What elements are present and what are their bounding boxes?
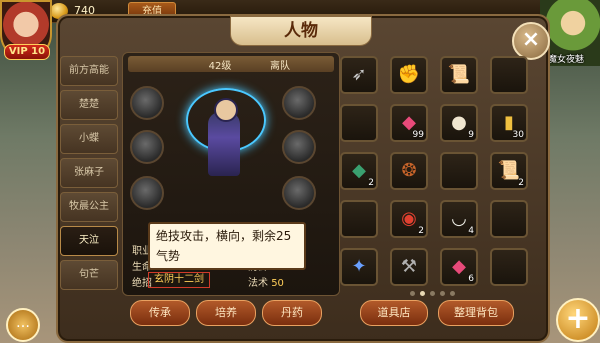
inventory-slot-empty[interactable] [490, 56, 528, 94]
tab-hero-6-active[interactable]: 天泣 [60, 226, 118, 256]
inventory-slot[interactable]: ◡ 4 [440, 200, 478, 238]
item-count: 99 [412, 130, 424, 140]
page-dot [430, 291, 435, 296]
bow-icon: ➶ [351, 64, 367, 85]
item-count: 9 [468, 130, 474, 140]
inventory-slot[interactable]: 📜 [440, 56, 478, 94]
tab-hero-7[interactable]: 句芒 [60, 260, 118, 290]
tab-hero-4[interactable]: 张麻子 [60, 158, 118, 188]
scroll-icon: 📜 [447, 64, 471, 85]
item-count: 4 [468, 226, 474, 236]
skill-name[interactable]: 玄阴十二剑 [148, 272, 210, 288]
bead-string-icon: ❂ [401, 160, 417, 181]
inventory-slot[interactable]: ▮ 30 [490, 104, 528, 142]
equip-slot-amulet[interactable] [282, 86, 316, 120]
plus-icon[interactable]: + [556, 298, 600, 342]
inventory-slot[interactable]: ➶ [340, 56, 378, 94]
page-dot-active [420, 291, 425, 296]
inventory-slot-empty[interactable] [340, 104, 378, 142]
tab-hero-5[interactable]: 牧晨公主 [60, 192, 118, 222]
inventory-slot[interactable]: ◆ 99 [390, 104, 428, 142]
inventory-slot[interactable]: ✦ [340, 248, 378, 286]
stat-magic-label: 法术 50 [248, 278, 284, 289]
inventory-slot[interactable]: ◆ 2 [340, 152, 378, 190]
inventory-slot[interactable]: ❂ [390, 152, 428, 190]
train-button[interactable]: 培养 [196, 300, 256, 326]
inventory-slot-empty[interactable] [440, 152, 478, 190]
tab-hero-1[interactable]: 前方高能 [60, 56, 118, 86]
inventory-slot[interactable]: 📜 2 [490, 152, 528, 190]
gauntlet-icon: ✊ [397, 64, 421, 85]
item-count: 30 [512, 130, 524, 140]
item-count: 2 [518, 178, 524, 188]
panel-title: 人物 [230, 16, 372, 46]
close-button[interactable]: × [512, 22, 550, 60]
character-level: 42级 [208, 61, 232, 72]
inventory-slot-empty[interactable] [340, 200, 378, 238]
vip-badge[interactable]: VIP 10 [4, 44, 50, 60]
blue-crystal-icon: ✦ [351, 256, 367, 277]
inventory-slot-empty[interactable] [490, 200, 528, 238]
page-dot [440, 291, 445, 296]
inventory-slot[interactable]: ⚒ [390, 248, 428, 286]
inventory-slot[interactable]: ◆ 6 [440, 248, 478, 286]
inventory-slot[interactable]: ✊ [390, 56, 428, 94]
item-count: 2 [418, 226, 424, 236]
equip-slot-offhand[interactable] [130, 176, 164, 210]
inventory-slot[interactable]: ● 9 [440, 104, 478, 142]
inherit-button[interactable]: 传承 [130, 300, 190, 326]
equip-slot-weapon[interactable] [130, 130, 164, 164]
sort-bag-button[interactable]: 整理背包 [438, 300, 514, 326]
tab-hero-2[interactable]: 楚楚 [60, 90, 118, 120]
inventory-slot[interactable]: ◉ 2 [390, 200, 428, 238]
chat-icon[interactable]: … [6, 308, 40, 342]
item-count: 6 [468, 274, 474, 284]
page-dot [410, 291, 415, 296]
leave-team-button[interactable]: 离队 [270, 57, 290, 72]
mace-icon: ⚒ [400, 256, 418, 277]
pill-button[interactable]: 丹药 [262, 300, 322, 326]
equip-slot-boots[interactable] [282, 176, 316, 210]
inventory-slot-empty[interactable] [490, 248, 528, 286]
page-dot [450, 291, 455, 296]
equip-slot-armor[interactable] [282, 130, 316, 164]
companion-name: 魔女夜魅 [548, 55, 585, 65]
skill-tooltip: 绝技攻击，横向，剩余25气势 [148, 222, 306, 270]
item-shop-button[interactable]: 道具店 [360, 300, 428, 326]
hero-head [214, 98, 238, 122]
tab-hero-3[interactable]: 小蝶 [60, 124, 118, 154]
item-count: 2 [368, 178, 374, 188]
equip-slot-helmet[interactable] [130, 86, 164, 120]
